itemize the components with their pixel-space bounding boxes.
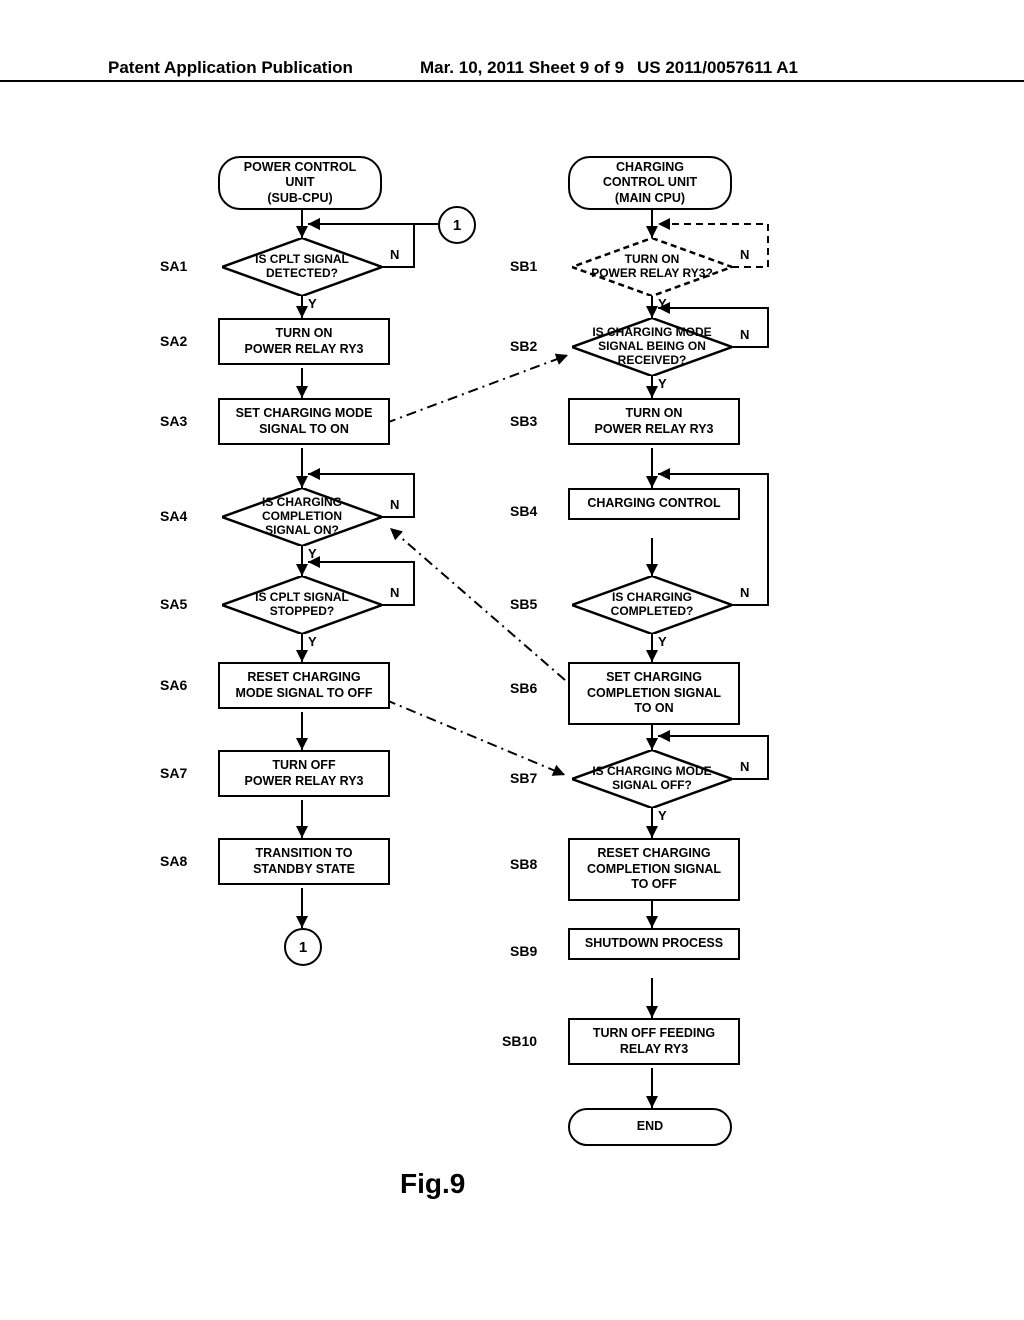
left-terminator-start: POWER CONTROL UNIT (SUB-CPU) (218, 156, 382, 210)
label-sa7: SA7 (160, 765, 187, 781)
sa5-no: N (390, 585, 399, 600)
header-publication: Patent Application Publication (108, 58, 353, 78)
sb10-text: TURN OFF FEEDING RELAY RY3 (593, 1026, 715, 1057)
decision-sb5: IS CHARGING COMPLETED? (572, 576, 732, 634)
label-sa3: SA3 (160, 413, 187, 429)
flowchart-edges (0, 150, 1024, 1270)
label-sb9: SB9 (510, 943, 537, 959)
process-sa3: SET CHARGING MODE SIGNAL TO ON (218, 398, 390, 445)
sa4-no: N (390, 497, 399, 512)
sb9-text: SHUTDOWN PROCESS (585, 936, 723, 952)
process-sa8: TRANSITION TO STANDBY STATE (218, 838, 390, 885)
left-start-text: POWER CONTROL UNIT (SUB-CPU) (244, 160, 357, 207)
connector-bottom: 1 (284, 928, 322, 966)
sa1-text: IS CPLT SIGNAL DETECTED? (222, 253, 382, 281)
sb4-text: CHARGING CONTROL (587, 496, 720, 512)
decision-sb7: IS CHARGING MODE SIGNAL OFF? (572, 750, 732, 808)
sb2-text: IS CHARGING MODE SIGNAL BEING ON RECEIVE… (572, 326, 732, 367)
sa7-text: TURN OFF POWER RELAY RY3 (244, 758, 363, 789)
header-date-sheet: Mar. 10, 2011 Sheet 9 of 9 (420, 58, 624, 78)
process-sb3: TURN ON POWER RELAY RY3 (568, 398, 740, 445)
decision-sa5: IS CPLT SIGNAL STOPPED? (222, 576, 382, 634)
label-sb5: SB5 (510, 596, 537, 612)
sa5-text: IS CPLT SIGNAL STOPPED? (222, 591, 382, 619)
sa6-text: RESET CHARGING MODE SIGNAL TO OFF (235, 670, 372, 701)
sa2-text: TURN ON POWER RELAY RY3 (244, 326, 363, 357)
sb1-no: N (740, 247, 749, 262)
process-sb9: SHUTDOWN PROCESS (568, 928, 740, 960)
sa4-yes: Y (308, 546, 317, 561)
sa1-no: N (390, 247, 399, 262)
connector-bottom-text: 1 (299, 939, 307, 956)
decision-sa4: IS CHARGING COMPLETION SIGNAL ON? (222, 488, 382, 546)
sb7-text: IS CHARGING MODE SIGNAL OFF? (572, 765, 732, 793)
process-sb6: SET CHARGING COMPLETION SIGNAL TO ON (568, 662, 740, 725)
sb5-no: N (740, 585, 749, 600)
process-sb8: RESET CHARGING COMPLETION SIGNAL TO OFF (568, 838, 740, 901)
sa8-text: TRANSITION TO STANDBY STATE (253, 846, 355, 877)
label-sa2: SA2 (160, 333, 187, 349)
label-sa1: SA1 (160, 258, 187, 274)
sa5-yes: Y (308, 634, 317, 649)
right-end-text: END (637, 1119, 663, 1135)
sb3-text: TURN ON POWER RELAY RY3 (594, 406, 713, 437)
decision-sb2: IS CHARGING MODE SIGNAL BEING ON RECEIVE… (572, 318, 732, 376)
sb1-text: TURN ON POWER RELAY RY3? (573, 253, 731, 281)
label-sb10: SB10 (502, 1033, 537, 1049)
label-sb6: SB6 (510, 680, 537, 696)
sb2-yes: Y (658, 376, 667, 391)
process-sb4: CHARGING CONTROL (568, 488, 740, 520)
right-terminator-start: CHARGING CONTROL UNIT (MAIN CPU) (568, 156, 732, 210)
connector-top-text: 1 (453, 217, 461, 234)
process-sa6: RESET CHARGING MODE SIGNAL TO OFF (218, 662, 390, 709)
sb5-yes: Y (658, 634, 667, 649)
label-sb7: SB7 (510, 770, 537, 786)
sb6-text: SET CHARGING COMPLETION SIGNAL TO ON (587, 670, 721, 717)
page-header: Patent Application Publication Mar. 10, … (0, 76, 1024, 82)
sb7-yes: Y (658, 808, 667, 823)
label-sb3: SB3 (510, 413, 537, 429)
label-sa5: SA5 (160, 596, 187, 612)
sb1-yes: Y (658, 296, 667, 311)
label-sa4: SA4 (160, 508, 187, 524)
sb8-text: RESET CHARGING COMPLETION SIGNAL TO OFF (587, 846, 721, 893)
label-sb4: SB4 (510, 503, 537, 519)
sa3-text: SET CHARGING MODE SIGNAL TO ON (236, 406, 373, 437)
label-sa6: SA6 (160, 677, 187, 693)
right-terminator-end: END (568, 1108, 732, 1146)
header-pub-number: US 2011/0057611 A1 (637, 58, 798, 78)
sa1-yes: Y (308, 296, 317, 311)
decision-sa1: IS CPLT SIGNAL DETECTED? (222, 238, 382, 296)
sb5-text: IS CHARGING COMPLETED? (572, 591, 732, 619)
label-sb2: SB2 (510, 338, 537, 354)
process-sa7: TURN OFF POWER RELAY RY3 (218, 750, 390, 797)
sb2-no: N (740, 327, 749, 342)
connector-top: 1 (438, 206, 476, 244)
label-sb8: SB8 (510, 856, 537, 872)
label-sa8: SA8 (160, 853, 187, 869)
process-sa2: TURN ON POWER RELAY RY3 (218, 318, 390, 365)
figure-label: Fig.9 (400, 1168, 465, 1200)
decision-sb1: TURN ON POWER RELAY RY3? (572, 238, 732, 296)
process-sb10: TURN OFF FEEDING RELAY RY3 (568, 1018, 740, 1065)
right-start-text: CHARGING CONTROL UNIT (MAIN CPU) (603, 160, 697, 207)
sa4-text: IS CHARGING COMPLETION SIGNAL ON? (222, 496, 382, 537)
sb7-no: N (740, 759, 749, 774)
label-sb1: SB1 (510, 258, 537, 274)
